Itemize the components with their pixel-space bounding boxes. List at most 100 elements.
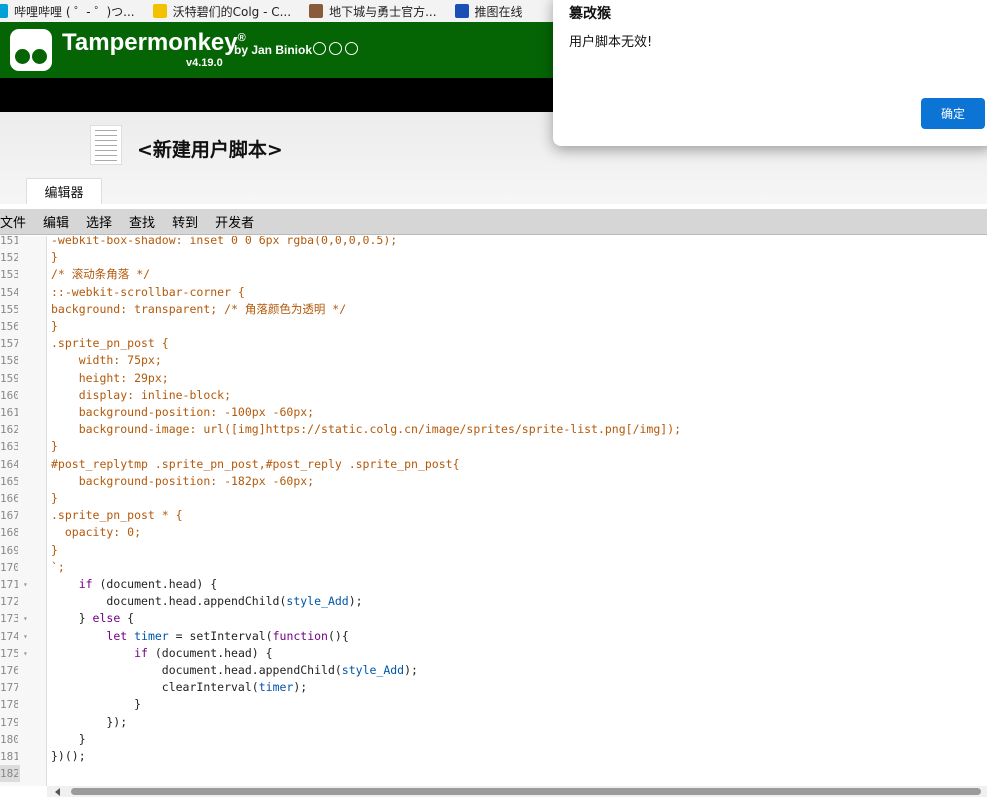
code-line[interactable]: 179 }); [0, 714, 987, 731]
code-token: } [51, 611, 93, 626]
script-icon [90, 125, 122, 165]
line-number: 160 [0, 388, 18, 402]
line-number: 151 [0, 236, 18, 247]
code-text: } [51, 490, 58, 507]
bookmark-favicon-icon [309, 4, 324, 18]
bookmark-label: 沃特碧们的Colg - C... [172, 4, 292, 19]
code-text: } [51, 696, 141, 713]
line-number: 178 [0, 698, 18, 712]
scroll-left-icon[interactable] [55, 788, 60, 796]
code-text: background-position: -100px -60px; [51, 404, 314, 421]
code-token: document.head.appendChild( [51, 594, 287, 609]
instagram-icon[interactable] [345, 42, 358, 55]
menu-item[interactable]: 查找 [129, 212, 155, 231]
menu-item[interactable]: 转到 [172, 212, 198, 231]
version-label: v4.19.0 [186, 57, 223, 69]
code-line[interactable]: 168 opacity: 0; [0, 524, 987, 541]
bookmark-item[interactable]: 推图在线 [454, 0, 523, 22]
code-line[interactable]: 182 [0, 765, 987, 783]
code-text: if (document.head) { [51, 576, 217, 593]
code-text: display: inline-block; [51, 387, 231, 404]
code-line[interactable]: 165 background-position: -182px -60px; [0, 473, 987, 490]
code-line[interactable]: 155 background: transparent; /* 角落颜色为透明 *… [0, 301, 987, 318]
code-line[interactable]: 161 background-position: -100px -60px; [0, 404, 987, 421]
code-token: ); [348, 594, 363, 609]
code-token: let [106, 628, 128, 643]
app-title: Tampermonkey® [62, 29, 246, 56]
fold-arrow-icon[interactable]: ▾ [23, 576, 28, 593]
code-token: } [51, 542, 58, 557]
menu-item[interactable]: 文件 [0, 212, 26, 231]
code-line[interactable]: 164 #post_replytmp .sprite_pn_post,#post_… [0, 456, 987, 473]
code-text: .sprite_pn_post * { [51, 507, 183, 524]
horizontal-scrollbar[interactable] [47, 786, 987, 797]
code-line[interactable]: 154::-webkit-scrollbar-corner { [0, 284, 987, 301]
bookmark-item[interactable]: 地下城与勇士官方... [309, 0, 437, 22]
menu-item[interactable]: 选择 [86, 212, 112, 231]
ok-button[interactable]: 确定 [921, 98, 985, 129]
code-line[interactable]: 177 clearInterval(timer); [0, 679, 987, 696]
code-text: clearInterval(timer); [51, 679, 307, 696]
code-line[interactable]: 162 background-image: url([img]https://s… [0, 421, 987, 438]
line-number: 161 [0, 406, 18, 419]
code-token: style_Add [341, 663, 405, 677]
code-token: height: 29px; [51, 370, 169, 385]
code-line[interactable]: 174 ▾ let timer = setInterval(function(){ [0, 628, 987, 645]
code-line[interactable]: 175 ▾ if (document.head) { [0, 645, 987, 662]
code-line[interactable]: 163} [0, 438, 987, 455]
line-number: 181 [0, 750, 18, 763]
code-line[interactable]: 169} [0, 542, 987, 559]
code-text: document.head.appendChild(style_Add); [51, 662, 418, 679]
bookmark-item[interactable]: 沃特碧们的Colg - C... [152, 0, 292, 22]
code-text: opacity: 0; [51, 524, 141, 541]
code-line[interactable]: 158 width: 75px; [0, 352, 987, 369]
code-token: (){ [327, 628, 349, 643]
fold-arrow-icon[interactable]: ▾ [23, 628, 28, 645]
code-line[interactable]: 151 -webkit-box-shadow: inset 0 0 6px rgb… [0, 236, 987, 249]
code-token: timer [134, 628, 169, 643]
code-text: background: transparent; /* 角落颜色为透明 */ [51, 301, 346, 318]
code-line[interactable]: 160 display: inline-block; [0, 387, 987, 404]
code-line[interactable]: 178 } [0, 696, 987, 713]
code-token: } [51, 491, 58, 505]
code-line[interactable]: 156} [0, 318, 987, 335]
code-line[interactable]: 172 document.head.appendChild(style_Add)… [0, 593, 987, 610]
code-line[interactable]: 170 `; [0, 559, 987, 576]
tab-editor[interactable]: 编辑器 [26, 178, 102, 204]
line-number: 165 [0, 474, 18, 488]
bookmark-item[interactable]: 哔哩哔哩 ( ゜- ゜)つ... [0, 0, 135, 22]
code-line[interactable]: 152} [0, 249, 987, 266]
code-line[interactable]: 181})(); [0, 748, 987, 765]
code-line[interactable]: 167 .sprite_pn_post * { [0, 507, 987, 524]
code-token: width: 75px; [51, 353, 162, 368]
line-number: 157 [0, 337, 18, 351]
code-line[interactable]: 173 ▾ } else { [0, 610, 987, 627]
line-number: 180 [0, 732, 18, 746]
tampermonkey-logo-icon[interactable] [10, 29, 52, 71]
line-number: 174 [0, 629, 18, 643]
line-number: 168 [0, 526, 18, 540]
menu-item[interactable]: 开发者 [215, 212, 254, 231]
fold-arrow-icon[interactable]: ▾ [23, 610, 28, 627]
facebook-icon[interactable] [329, 42, 342, 55]
code-editor[interactable]: 151 -webkit-box-shadow: inset 0 0 6px rgb… [0, 236, 987, 786]
code-text: } [51, 438, 58, 455]
code-line[interactable]: 171 ▾ if (document.head) { [0, 576, 987, 593]
code-line[interactable]: 153 /* 滚动条角落 */ [0, 266, 987, 283]
code-line[interactable]: 176 document.head.appendChild(style_Add)… [0, 662, 987, 679]
bookmark-favicon-icon [454, 4, 469, 18]
code-token: function [272, 628, 328, 643]
fold-arrow-icon[interactable]: ▾ [23, 645, 28, 662]
menu-item[interactable]: 编辑 [43, 212, 69, 231]
code-line[interactable]: 180 } [0, 731, 987, 748]
code-line[interactable]: 159 height: 29px; [0, 370, 987, 387]
code-line[interactable]: 157 .sprite_pn_post { [0, 335, 987, 352]
scrollbar-thumb[interactable] [71, 788, 981, 795]
code-line[interactable]: 166} [0, 490, 987, 507]
github-icon[interactable] [313, 42, 326, 55]
code-text: /* 滚动条角落 */ [51, 266, 150, 283]
code-token: background-position: -100px -60px; [51, 405, 315, 419]
code-text: } [51, 318, 58, 335]
bookmark-favicon-icon [152, 4, 167, 18]
